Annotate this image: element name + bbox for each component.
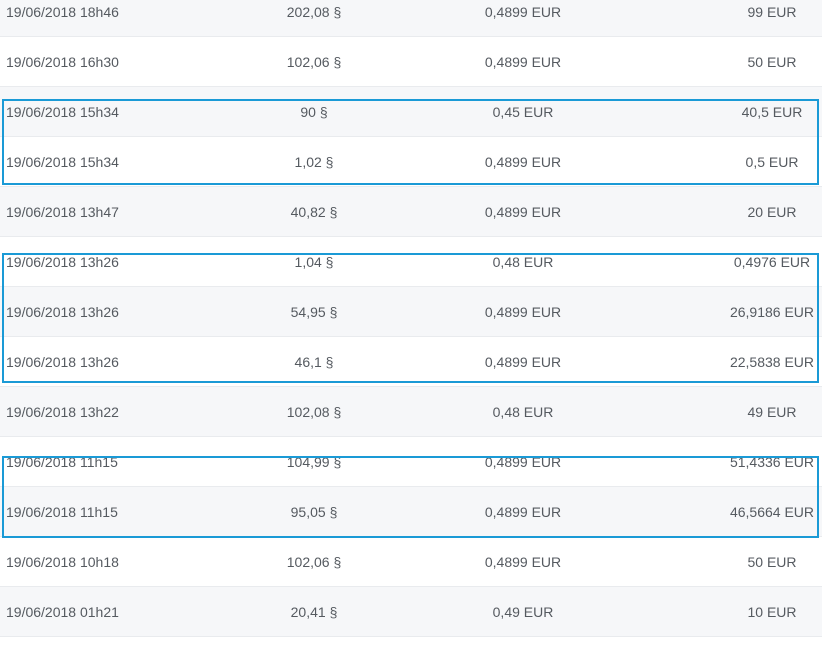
- price-cell: 0,4899 EUR: [484, 204, 562, 220]
- total-cell: 20 EUR: [747, 204, 797, 220]
- table-row: 19/06/2018 13h26 1,04 § 0,48 EUR 0,4976 …: [0, 237, 822, 287]
- date-cell: 19/06/2018 13h26: [6, 354, 119, 370]
- price-cell: 0,4899 EUR: [484, 454, 562, 470]
- price-cell: 0,48 EUR: [492, 404, 554, 420]
- table-row: 19/06/2018 16h30 102,06 § 0,4899 EUR 50 …: [0, 37, 822, 87]
- total-cell: 0,4976 EUR: [733, 254, 811, 270]
- date-cell: 19/06/2018 13h26: [6, 254, 119, 270]
- table-row: 19/06/2018 15h34 90 § 0,45 EUR 40,5 EUR: [0, 87, 822, 137]
- total-cell: 0,5 EUR: [745, 154, 799, 170]
- date-cell: 19/06/2018 01h21: [6, 604, 119, 620]
- total-cell: 40,5 EUR: [741, 104, 803, 120]
- date-cell: 19/06/2018 13h47: [6, 204, 119, 220]
- date-cell: 19/06/2018 13h26: [6, 304, 119, 320]
- quantity-cell: 102,06 §: [286, 54, 342, 70]
- quantity-cell: 104,99 §: [286, 454, 342, 470]
- price-cell: 0,4899 EUR: [484, 304, 562, 320]
- transaction-table: 19/06/2018 18h46 202,08 § 0,4899 EUR 99 …: [0, 0, 822, 637]
- total-cell: 46,5664 EUR: [729, 504, 815, 520]
- total-cell: 51,4336 EUR: [729, 454, 815, 470]
- total-cell: 49 EUR: [747, 404, 797, 420]
- date-cell: 19/06/2018 18h46: [6, 4, 119, 20]
- total-cell: 26,9186 EUR: [729, 304, 815, 320]
- date-cell: 19/06/2018 15h34: [6, 104, 119, 120]
- table-row: 19/06/2018 13h26 54,95 § 0,4899 EUR 26,9…: [0, 287, 822, 337]
- date-cell: 19/06/2018 11h15: [6, 504, 118, 520]
- date-cell: 19/06/2018 15h34: [6, 154, 119, 170]
- total-cell: 99 EUR: [747, 4, 797, 20]
- quantity-cell: 90 §: [300, 104, 328, 120]
- table-row: 19/06/2018 18h46 202,08 § 0,4899 EUR 99 …: [0, 0, 822, 37]
- price-cell: 0,4899 EUR: [484, 54, 562, 70]
- total-cell: 22,5838 EUR: [729, 354, 815, 370]
- quantity-cell: 46,1 §: [294, 354, 334, 370]
- price-cell: 0,49 EUR: [492, 604, 554, 620]
- total-cell: 50 EUR: [747, 554, 797, 570]
- table-row: 19/06/2018 13h47 40,82 § 0,4899 EUR 20 E…: [0, 187, 822, 237]
- price-cell: 0,4899 EUR: [484, 154, 562, 170]
- quantity-cell: 102,08 §: [286, 404, 342, 420]
- price-cell: 0,4899 EUR: [484, 354, 562, 370]
- price-cell: 0,4899 EUR: [484, 4, 562, 20]
- quantity-cell: 102,06 §: [286, 554, 342, 570]
- total-cell: 50 EUR: [747, 54, 797, 70]
- quantity-cell: 54,95 §: [290, 304, 338, 320]
- date-cell: 19/06/2018 16h30: [6, 54, 119, 70]
- table-row: 19/06/2018 01h21 20,41 § 0,49 EUR 10 EUR: [0, 587, 822, 637]
- table-row: 19/06/2018 10h18 102,06 § 0,4899 EUR 50 …: [0, 537, 822, 587]
- price-cell: 0,4899 EUR: [484, 504, 562, 520]
- quantity-cell: 202,08 §: [286, 4, 342, 20]
- date-cell: 19/06/2018 10h18: [6, 554, 119, 570]
- date-cell: 19/06/2018 11h15: [6, 454, 118, 470]
- total-cell: 10 EUR: [747, 604, 797, 620]
- quantity-cell: 1,02 §: [294, 154, 334, 170]
- table-row: 19/06/2018 11h15 95,05 § 0,4899 EUR 46,5…: [0, 487, 822, 537]
- table-row: 19/06/2018 11h15 104,99 § 0,4899 EUR 51,…: [0, 437, 822, 487]
- price-cell: 0,48 EUR: [492, 254, 554, 270]
- table-row: 19/06/2018 13h22 102,08 § 0,48 EUR 49 EU…: [0, 387, 822, 437]
- quantity-cell: 95,05 §: [290, 504, 338, 520]
- quantity-cell: 1,04 §: [294, 254, 334, 270]
- price-cell: 0,45 EUR: [492, 104, 554, 120]
- table-row: 19/06/2018 13h26 46,1 § 0,4899 EUR 22,58…: [0, 337, 822, 387]
- date-cell: 19/06/2018 13h22: [6, 404, 119, 420]
- price-cell: 0,4899 EUR: [484, 554, 562, 570]
- quantity-cell: 20,41 §: [290, 604, 338, 620]
- table-row: 19/06/2018 15h34 1,02 § 0,4899 EUR 0,5 E…: [0, 137, 822, 187]
- quantity-cell: 40,82 §: [290, 204, 338, 220]
